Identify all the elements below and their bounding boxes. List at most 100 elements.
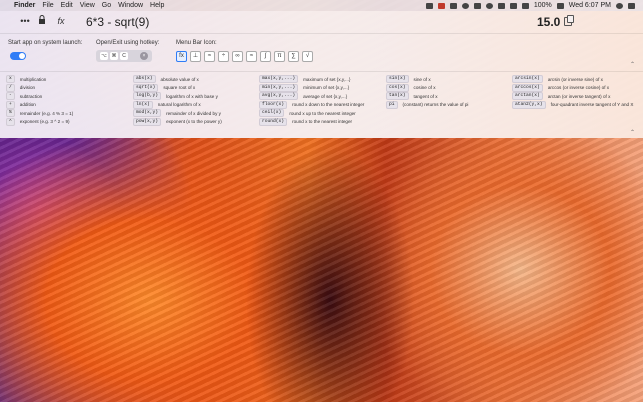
ref-desc: arccos (or inverse cosine) of x: [547, 85, 610, 91]
list-item: arccos(x) arccos (or inverse cosine) of x: [512, 83, 633, 93]
lock-icon[interactable]: [37, 15, 47, 27]
ref-code: avg(x,y,...): [259, 92, 299, 101]
ref-code: ceil(x): [259, 109, 285, 118]
list-item: arctan(x) arctan (or inverse tangent) of …: [512, 92, 633, 101]
ref-desc: round x down to the nearest integer: [292, 102, 365, 108]
list-item: max(x,y,...) maximum of set {x,y,...}: [259, 75, 364, 84]
volume-icon[interactable]: [521, 2, 529, 9]
list-item: avg(x,y,...) average of set {x,y,...}: [259, 92, 364, 101]
ref-code: log(b,y): [133, 92, 162, 101]
ref-desc: multiplication: [19, 76, 47, 82]
icon-option-sqrt[interactable]: √: [302, 51, 313, 62]
ref-code: cos(x): [386, 83, 409, 92]
list-item: ^ exponent (e.g. 3 ^ 2 = 9): [6, 117, 73, 127]
ref-desc: absolute value of x: [160, 76, 199, 82]
icon-option-infinity[interactable]: ∞: [232, 51, 243, 62]
ref-desc: tangent of x: [413, 93, 438, 99]
hotkey-recorder[interactable]: ⌥ ⌘ C ×: [96, 50, 152, 62]
expression-input[interactable]: [86, 15, 286, 29]
time-machine-icon[interactable]: [485, 2, 493, 9]
ref-code: sin(x): [386, 75, 409, 84]
ref-code: tan(x): [386, 92, 409, 101]
calculator-fx-icon[interactable]: [425, 2, 433, 9]
ref-code: x: [6, 75, 15, 84]
ref-code: floor(x): [259, 100, 288, 109]
launch-toggle[interactable]: [10, 52, 26, 60]
launch-label: Start app on system launch:: [8, 40, 83, 46]
list-item: / division: [6, 83, 73, 93]
ref-code: sqrt(x): [133, 83, 159, 92]
hotkey-label: Open/Exit using hotkey:: [96, 40, 160, 46]
menu-file[interactable]: File: [42, 0, 53, 11]
list-item: sqrt(x) square root of x: [133, 83, 222, 93]
ref-desc: square root of x: [163, 85, 196, 91]
battery-icon[interactable]: [556, 2, 564, 9]
icon-option-integral[interactable]: ∫: [260, 51, 271, 62]
ref-desc: subtraction: [19, 93, 43, 99]
ref-desc: arcsin (or inverse sine) of x: [547, 76, 603, 82]
menu-go[interactable]: Go: [102, 0, 111, 11]
collapse-settings-icon[interactable]: ⌃: [630, 61, 635, 68]
menu-edit[interactable]: Edit: [61, 0, 73, 11]
ref-desc: arctan (or inverse tangent) of x: [547, 93, 611, 99]
icon-option-fx[interactable]: fx: [176, 51, 187, 62]
fx-button[interactable]: fx: [55, 15, 67, 27]
notification-center-icon[interactable]: [628, 2, 635, 9]
ref-code: mod(x,y): [133, 109, 162, 118]
clear-hotkey-icon[interactable]: ×: [140, 52, 148, 60]
menu-window[interactable]: Window: [118, 0, 143, 11]
menu-app-name[interactable]: Finder: [14, 0, 35, 11]
inverse-trig-column: arcsin(x) arcsin (or inverse sine) of x a…: [512, 75, 633, 109]
operators-column: x multiplication / division - subtraction +…: [6, 75, 73, 126]
list-item: % remainder (e.g. 4 % 3 = 1): [6, 109, 73, 118]
list-item: log(b,y) logarithm of x with base y: [133, 92, 222, 101]
bluetooth-icon[interactable]: [497, 2, 505, 9]
list-item: sin(x) sine of x: [386, 75, 468, 84]
icon-option-divide[interactable]: ÷: [218, 51, 229, 62]
ref-desc: maximum of set {x,y,...}: [303, 76, 351, 82]
copy-icon[interactable]: [564, 15, 574, 26]
menu-clock[interactable]: Wed 6:07 PM: [569, 2, 611, 9]
ref-code: max(x,y,...): [259, 75, 299, 84]
ref-desc: logarithm of x with base y: [166, 93, 218, 99]
sync-icon[interactable]: [461, 2, 469, 9]
battery-percent: 100%: [533, 2, 552, 9]
ref-desc: four-quadrant inverse tangent of Y and X: [550, 102, 634, 108]
ref-code: abs(x): [133, 75, 156, 84]
dropbox-icon[interactable]: [449, 2, 457, 9]
ref-desc: sine of x: [413, 76, 431, 82]
result-value: 15.0: [537, 15, 561, 29]
more-button[interactable]: •••: [18, 15, 32, 27]
display-icon[interactable]: [473, 2, 481, 9]
ref-desc: natural logarithm of x: [157, 102, 201, 108]
list-item: tan(x) tangent of x: [386, 92, 468, 101]
search-icon[interactable]: [616, 2, 623, 9]
icon-option-wave[interactable]: ≈: [246, 51, 257, 62]
list-item: ln(x) natural logarithm of x: [133, 100, 222, 110]
app-status-icon[interactable]: [437, 2, 445, 9]
ref-code: %: [6, 109, 15, 118]
wifi-icon[interactable]: [509, 2, 517, 9]
ref-desc: addition: [19, 102, 36, 108]
ref-desc: exponent (e.g. 3 ^ 2 = 9): [19, 119, 70, 125]
list-item: cos(x) cosine of x: [386, 83, 468, 93]
menu-help[interactable]: Help: [150, 0, 164, 11]
icon-option-perp[interactable]: ⊥: [190, 51, 201, 62]
menubar-icon-picker: fx ⊥ ≈ ÷ ∞ ≈ ∫ π ∑ √: [176, 51, 313, 62]
calculator-panel: ••• fx 15.0 Start app on system launch: …: [0, 11, 643, 138]
menu-view[interactable]: View: [80, 0, 95, 11]
expression-field[interactable]: [86, 15, 286, 29]
list-item: floor(x) round x down to the nearest inte…: [259, 100, 365, 110]
ref-desc: (constant) returns the value of pi: [402, 102, 469, 108]
icon-option-sigma[interactable]: ∑: [288, 51, 299, 62]
list-item: ceil(x) round x up to the nearest integer: [259, 109, 364, 118]
set-functions-column: max(x,y,...) maximum of set {x,y,...} min…: [259, 75, 364, 126]
collapse-reference-icon[interactable]: ⌃: [630, 129, 635, 136]
icon-option-pi[interactable]: π: [274, 51, 285, 62]
icon-option-approx[interactable]: ≈: [204, 51, 215, 62]
list-item: pi (constant) returns the value of pi: [386, 100, 469, 110]
ref-desc: average of set {x,y,...}: [303, 93, 348, 99]
ref-code: arccos(x): [512, 83, 543, 92]
list-item: pow(x,y) exponent (x to the power y): [133, 117, 222, 127]
ref-code: arcsin(x): [512, 75, 543, 84]
